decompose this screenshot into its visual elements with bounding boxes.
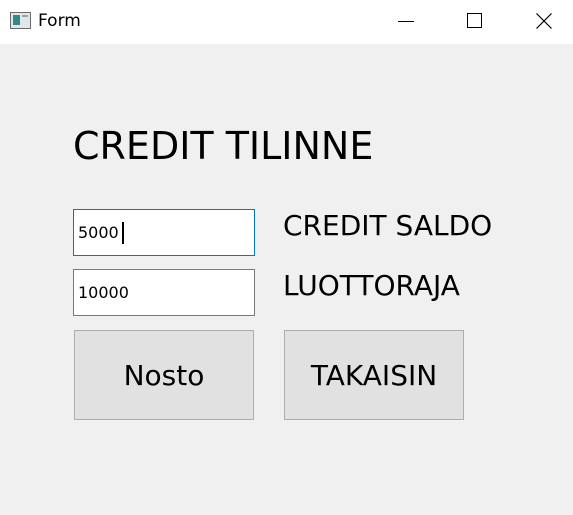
takaisin-button[interactable]: TAKAISIN [284, 330, 464, 420]
luottoraja-field[interactable] [73, 269, 255, 316]
app-icon [10, 12, 31, 29]
close-button[interactable] [509, 0, 573, 44]
close-icon [536, 13, 552, 29]
title-bar[interactable]: Form [0, 0, 573, 44]
app-icon-bar [22, 15, 28, 17]
credit-saldo-label: CREDIT SALDO [283, 209, 493, 242]
form-window: Form CREDIT TILINNE CREDIT SALDO LUOTTOR… [0, 0, 573, 515]
app-icon-pane [13, 15, 20, 25]
page-title: CREDIT TILINNE [73, 124, 374, 168]
maximize-button[interactable] [440, 0, 509, 44]
maximize-icon [467, 13, 482, 28]
minimize-icon [398, 21, 414, 22]
credit-saldo-field[interactable] [73, 209, 255, 256]
text-caret [122, 222, 124, 244]
nosto-button[interactable]: Nosto [74, 330, 254, 420]
luottoraja-label: LUOTTORAJA [283, 269, 460, 302]
minimize-button[interactable] [371, 0, 440, 44]
window-title: Form [38, 11, 81, 31]
